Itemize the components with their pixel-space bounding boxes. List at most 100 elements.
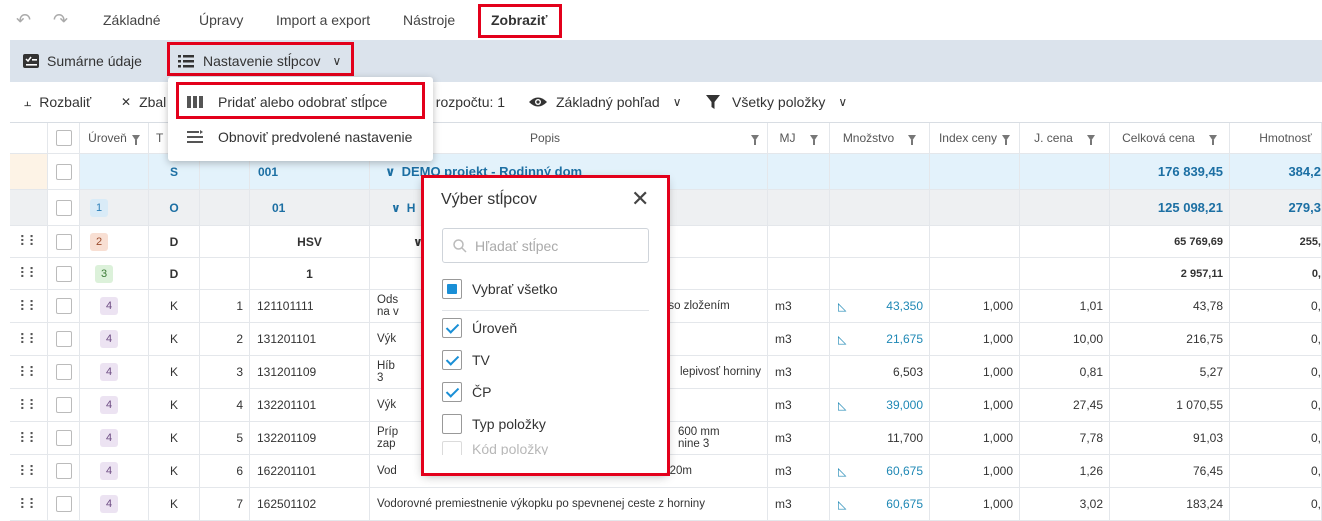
header-index[interactable]: Index ceny — [930, 123, 1020, 153]
column-option-tv[interactable]: TV — [442, 348, 490, 372]
measurement-icon[interactable]: ◺ — [838, 498, 846, 511]
drag-handle-icon[interactable]: ⠇⠇ — [10, 356, 48, 388]
filter-icon[interactable] — [751, 135, 759, 145]
row-mnozstvo: 43,350 — [886, 299, 923, 313]
header-mj[interactable]: MJ — [768, 123, 830, 153]
row-checkbox[interactable] — [55, 298, 72, 314]
drag-handle-icon[interactable]: ⠇⠇ — [10, 389, 48, 421]
expand-button[interactable]: ⫠ Rozbaliť — [24, 94, 91, 110]
column-option-cp[interactable]: ČP — [442, 380, 491, 404]
filter-icon[interactable] — [131, 135, 140, 145]
row-checkbox[interactable] — [55, 364, 72, 380]
view-select[interactable]: Základný pohľad ∨ — [528, 94, 682, 110]
row-celkova: 91,03 — [1110, 422, 1230, 454]
row-cp: 2 — [200, 323, 250, 355]
header-hmotnost[interactable]: Hmotnosť — [1230, 123, 1322, 153]
filter-icon[interactable] — [908, 135, 917, 145]
column-option-item-code[interactable]: Kód položky — [442, 441, 548, 455]
column-option-item-type[interactable]: Typ položky — [442, 412, 546, 436]
filter-icon[interactable] — [1002, 135, 1011, 145]
budget-level-button[interactable]: : rozpočtu: 1 — [428, 94, 505, 110]
measurement-icon[interactable]: ◺ — [838, 465, 846, 478]
filter-icon[interactable] — [1208, 135, 1217, 145]
row-hmotnost: 0, — [1230, 422, 1322, 454]
items-filter-select[interactable]: Všetky položky ∨ — [706, 94, 847, 110]
summary-button[interactable]: Sumárne údaje — [22, 40, 142, 82]
header-level[interactable]: Úroveň — [80, 123, 149, 153]
collapse-label: Zbal — [139, 94, 167, 110]
drag-handle-icon[interactable]: ⠇⠇ — [10, 455, 48, 487]
measurement-icon[interactable]: ◺ — [838, 300, 846, 313]
column-checkbox[interactable] — [442, 441, 462, 455]
header-celkova[interactable]: Celková cena — [1110, 123, 1230, 153]
row-cp: 5 — [200, 422, 250, 454]
row-popis-line2: 3 — [377, 372, 384, 384]
row-checkbox[interactable] — [55, 233, 72, 250]
row-checkbox[interactable] — [55, 463, 72, 479]
row-checkbox[interactable] — [55, 163, 72, 180]
select-all-checkbox[interactable] — [55, 130, 72, 146]
menu-item-add-remove-columns[interactable]: Pridať alebo odobrať stĺpce — [168, 85, 433, 119]
row-code: 162501102 — [250, 488, 370, 520]
row-checkbox[interactable] — [55, 430, 72, 446]
table-row[interactable]: ⠇⠇ 4 K 7 162501102 Vodorovné premiestnenie vý… — [10, 488, 1322, 521]
measurement-icon[interactable]: ◺ — [838, 333, 846, 346]
row-popis-line2: na v — [377, 306, 399, 318]
drag-handle-icon[interactable]: ⠇⠇ — [10, 290, 48, 322]
row-checkbox[interactable] — [55, 397, 72, 413]
chevron-down-icon[interactable]: ∨ — [413, 235, 423, 249]
row-type: O — [149, 190, 200, 225]
drag-handle-icon[interactable]: ⠇⠇ — [10, 488, 48, 520]
row-checkbox[interactable] — [55, 331, 72, 347]
filter-icon[interactable] — [809, 135, 818, 145]
dialog-title: Výber stĺpcov — [441, 191, 538, 208]
row-checkbox[interactable] — [55, 265, 72, 282]
toolbar-divider — [167, 47, 168, 75]
tab-zakladne[interactable]: Základné — [103, 12, 161, 28]
column-checkbox[interactable] — [442, 350, 462, 370]
filter-icon[interactable] — [1086, 135, 1095, 145]
row-index: 1,000 — [930, 455, 1020, 487]
select-all-option[interactable]: Vybrať všetko — [442, 277, 558, 301]
column-checkbox[interactable] — [442, 318, 462, 338]
row-mj: m3 — [768, 323, 830, 355]
measurement-icon[interactable]: ◺ — [838, 399, 846, 412]
tab-import-export[interactable]: Import a export — [276, 12, 370, 28]
row-celkova: 1 070,55 — [1110, 389, 1230, 421]
row-mnozstvo: 60,675 — [886, 497, 923, 511]
header-jcena[interactable]: J. cena — [1020, 123, 1110, 153]
row-popis-right: lepivosť horniny — [680, 366, 762, 378]
redo-icon[interactable]: ↷ — [53, 11, 73, 29]
row-popis: Príp — [377, 426, 399, 438]
tab-upravy[interactable]: Úpravy — [199, 12, 243, 28]
column-checkbox[interactable] — [442, 414, 462, 434]
collapse-icon: ✕ — [121, 95, 132, 109]
row-checkbox[interactable] — [55, 496, 72, 512]
undo-icon[interactable]: ↶ — [16, 11, 36, 29]
tab-nastroje[interactable]: Nástroje — [403, 12, 455, 28]
column-search-input[interactable]: Hľadať stĺpec — [442, 228, 649, 263]
drag-handle-icon[interactable]: ⠇⠇ — [10, 422, 48, 454]
close-icon[interactable]: ✕ — [631, 188, 649, 210]
menu-item-reset-defaults[interactable]: Obnoviť predvolené nastavenie — [168, 120, 433, 154]
tab-zobrazit[interactable]: Zobraziť — [491, 12, 548, 28]
select-all-checkbox[interactable] — [442, 279, 462, 299]
row-cp: 4 — [200, 389, 250, 421]
drag-handle-icon[interactable]: ⠇⠇ — [10, 258, 48, 289]
drag-handle-icon[interactable]: ⠇⠇ — [10, 323, 48, 355]
row-popis-line2: zap — [377, 438, 396, 450]
column-option-level[interactable]: Úroveň — [442, 316, 517, 340]
expand-label: Rozbaliť — [39, 94, 92, 110]
row-checkbox[interactable] — [55, 199, 72, 216]
row-celkova: 183,24 — [1110, 488, 1230, 520]
drag-handle-icon[interactable]: ⠇⠇ — [10, 226, 48, 257]
select-all-label: Vybrať všetko — [472, 281, 558, 297]
columns-settings-button[interactable]: Nastavenie stĺpcov ∨ — [178, 40, 341, 82]
row-popis: H — [406, 200, 416, 215]
collapse-button[interactable]: ✕ Zbal — [121, 94, 166, 110]
chevron-down-icon[interactable]: ∨ — [391, 201, 401, 215]
chevron-down-icon[interactable]: ∨ — [385, 164, 396, 180]
column-checkbox[interactable] — [442, 382, 462, 402]
chevron-down-icon: ∨ — [672, 95, 682, 109]
header-mnozstvo[interactable]: Množstvo — [830, 123, 930, 153]
